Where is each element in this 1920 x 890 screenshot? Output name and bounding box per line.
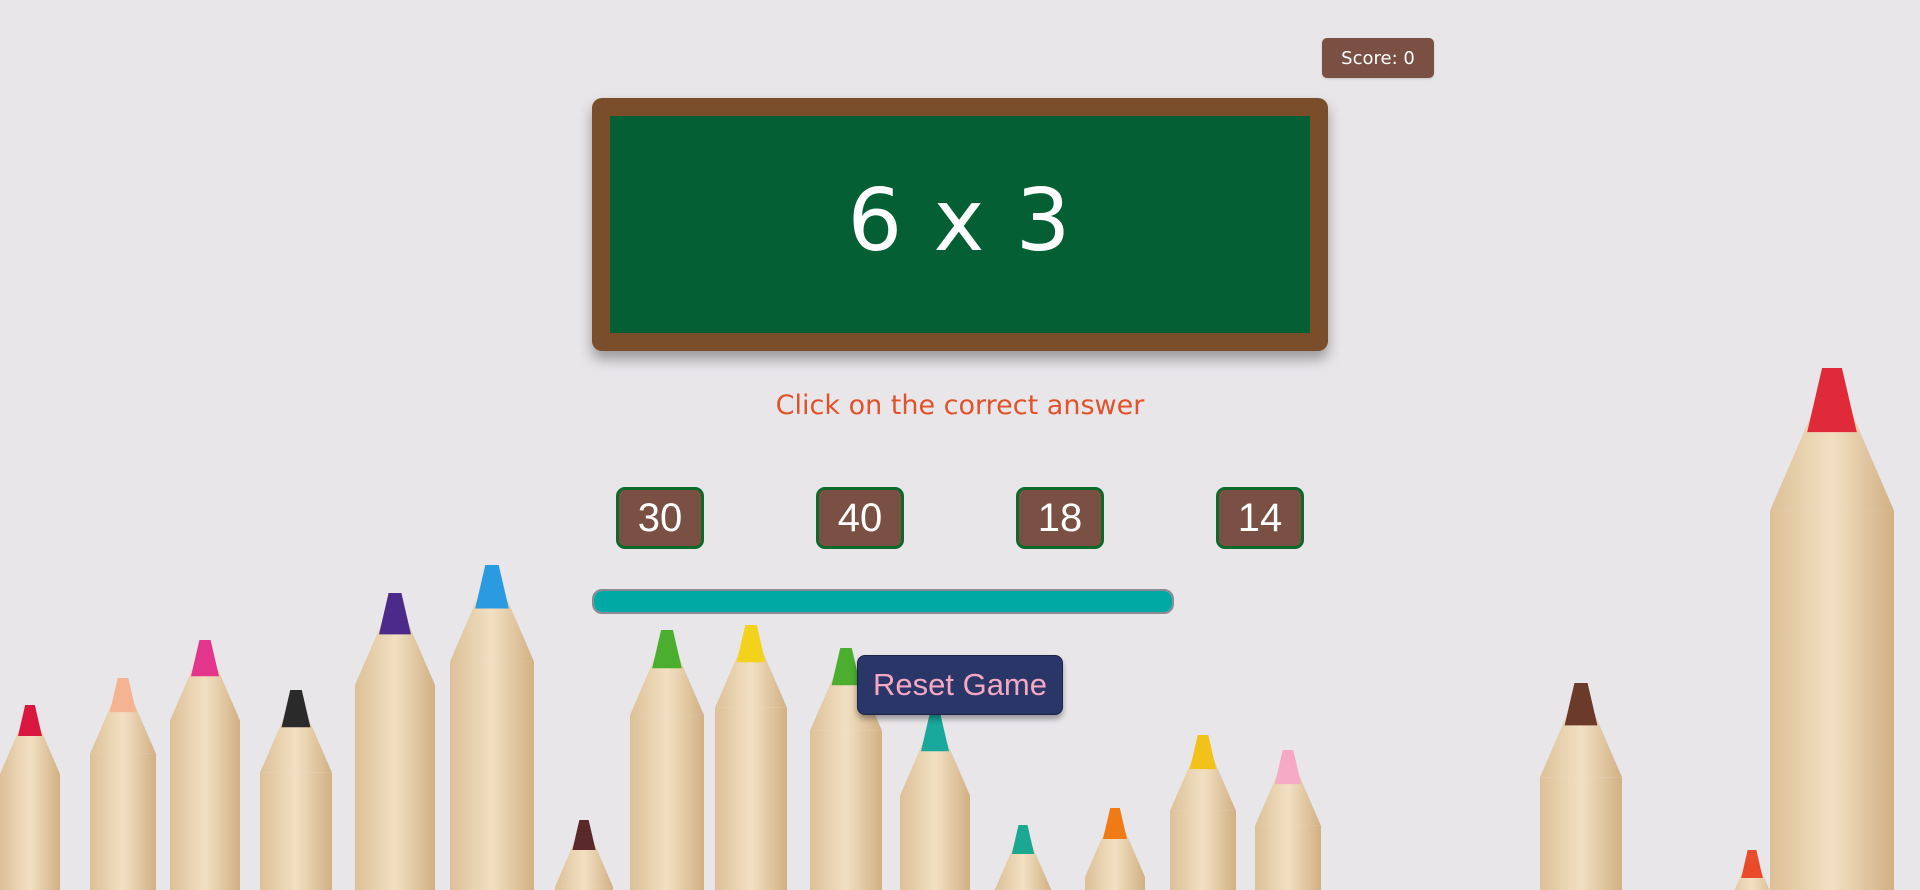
instruction-text: Click on the correct answer xyxy=(775,390,1145,421)
question-text: 6 x 3 xyxy=(847,170,1073,271)
score-badge: Score: 0 xyxy=(1322,38,1434,78)
timer-progress-bar xyxy=(592,589,1174,614)
timer-progress-fill xyxy=(594,591,1172,612)
reset-game-button[interactable]: Reset Game xyxy=(857,655,1063,715)
answer-option-1[interactable]: 30 xyxy=(616,487,704,549)
answer-option-4[interactable]: 14 xyxy=(1216,487,1304,549)
answer-option-2[interactable]: 40 xyxy=(816,487,904,549)
answer-option-3[interactable]: 18 xyxy=(1016,487,1104,549)
chalkboard: 6 x 3 xyxy=(592,98,1328,351)
